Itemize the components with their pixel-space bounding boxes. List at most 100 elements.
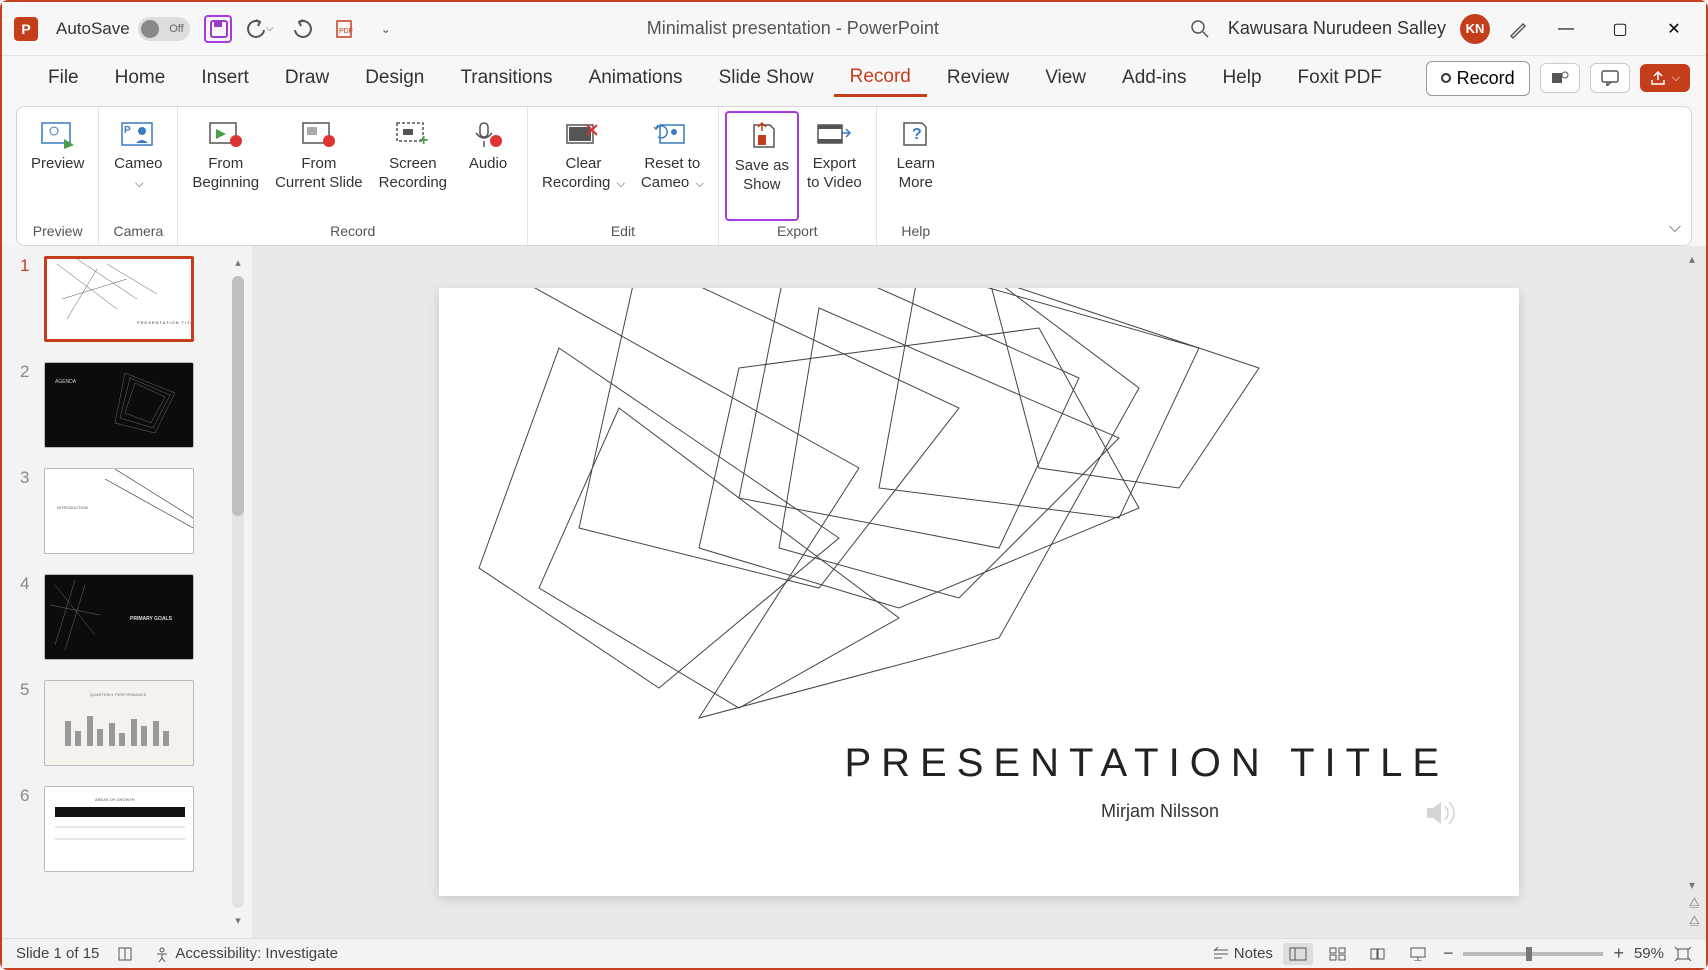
editor-scrollbar[interactable]: ▴ ▾ ⧋ ⧋ [1686, 252, 1704, 932]
search-button[interactable] [1186, 15, 1214, 43]
screen-recording-button[interactable]: + Screen Recording [371, 111, 455, 221]
tab-record[interactable]: Record [834, 60, 927, 97]
accessibility-button[interactable]: Accessibility: Investigate [153, 945, 338, 962]
tab-insert[interactable]: Insert [185, 61, 265, 95]
zoom-in-button[interactable]: + [1613, 943, 1624, 964]
autosave-label: AutoSave [56, 19, 130, 39]
slide-editor[interactable]: PRESENTATION TITLE Mirjam Nilsson ▴ ▾ ⧋ … [252, 246, 1706, 938]
undo-button[interactable]: ⌵ [246, 15, 274, 43]
reading-view-button[interactable] [1363, 943, 1393, 965]
reset-to-cameo-button[interactable]: Reset to Cameo [633, 111, 712, 221]
tab-home[interactable]: Home [99, 61, 182, 95]
pen-icon [1507, 18, 1529, 40]
redo-button[interactable] [288, 15, 316, 43]
export-pdf-button[interactable]: PDF [330, 15, 358, 43]
prev-slide-icon[interactable]: ⧋ [1689, 895, 1700, 910]
slide-author[interactable]: Mirjam Nilsson [1101, 801, 1219, 822]
workspace: 1 PRESENTATION TITLE 2 AGENDA 3 INTRODUC… [2, 246, 1706, 938]
thumbnail-preview: PRESENTATION TITLE [44, 256, 194, 342]
scroll-up-icon[interactable]: ▴ [1689, 252, 1695, 266]
tab-draw[interactable]: Draw [269, 61, 345, 95]
slide-thumbnail-3[interactable]: 3 INTRODUCTION [6, 468, 248, 554]
tab-slide-show[interactable]: Slide Show [703, 61, 830, 95]
svg-text:QUARTERLY PERFORMANCE: QUARTERLY PERFORMANCE [90, 692, 147, 697]
cameo-button[interactable]: P Cameo [105, 111, 171, 221]
normal-view-button[interactable] [1283, 943, 1313, 965]
ribbon-group-export: Save as Show Export to Video Export [719, 107, 877, 245]
audio-button[interactable]: Audio [455, 111, 521, 221]
scroll-down-icon[interactable]: ▾ [1689, 878, 1695, 892]
maximize-button[interactable]: ▢ [1600, 14, 1640, 44]
next-slide-icon[interactable]: ⧋ [1689, 913, 1700, 928]
quick-access-toolbar: ⌵ PDF ⌄ [204, 15, 400, 43]
comments-button[interactable] [1590, 63, 1630, 93]
preview-button[interactable]: Preview [23, 111, 92, 221]
book-icon [117, 946, 135, 962]
svg-text:INTRODUCTION: INTRODUCTION [57, 505, 88, 510]
qat-more-button[interactable]: ⌄ [372, 15, 400, 43]
slideshow-icon [1409, 947, 1427, 961]
close-button[interactable]: ✕ [1654, 14, 1694, 44]
minimize-button[interactable]: — [1546, 14, 1586, 44]
record-button[interactable]: Record [1426, 61, 1530, 96]
spell-check-button[interactable] [117, 946, 135, 962]
slide-thumbnails-panel: 1 PRESENTATION TITLE 2 AGENDA 3 INTRODUC… [2, 246, 252, 938]
learn-more-button[interactable]: ? Learn More [883, 111, 949, 221]
scroll-down-icon[interactable]: ▾ [232, 914, 244, 928]
autosave-toggle[interactable]: AutoSave Off [56, 17, 190, 41]
redo-icon [291, 18, 313, 40]
present-teams-button[interactable] [1540, 63, 1580, 93]
from-current-slide-button[interactable]: From Current Slide [267, 111, 371, 221]
from-beginning-button[interactable]: From Beginning [184, 111, 267, 221]
tab-review[interactable]: Review [931, 61, 1025, 95]
tab-transitions[interactable]: Transitions [444, 61, 568, 95]
save-icon [208, 18, 228, 40]
zoom-out-button[interactable]: − [1443, 943, 1454, 964]
slide-thumbnail-5[interactable]: 5 QUARTERLY PERFORMANCE [6, 680, 248, 766]
current-slide[interactable]: PRESENTATION TITLE Mirjam Nilsson [439, 288, 1519, 896]
user-avatar[interactable]: KN [1460, 14, 1490, 44]
slide-thumbnail-4[interactable]: 4 PRIMARY GOALS [6, 574, 248, 660]
toggle-switch[interactable]: Off [138, 17, 190, 41]
ribbon-collapse-button[interactable]: ⌵ [1669, 219, 1681, 237]
zoom-slider[interactable] [1463, 952, 1603, 956]
tab-design[interactable]: Design [349, 61, 440, 95]
screen-recording-icon: + [395, 119, 431, 149]
scroll-thumb[interactable] [232, 276, 244, 516]
thumbnails-scrollbar[interactable]: ▴ ▾ [230, 256, 246, 928]
tab-add-ins[interactable]: Add-ins [1106, 61, 1202, 95]
save-as-show-button[interactable]: Save as Show [725, 111, 799, 221]
ribbon-group-help: ? Learn More Help [877, 107, 955, 245]
export-to-video-button[interactable]: Export to Video [799, 111, 870, 221]
preview-icon [40, 119, 76, 149]
slide-thumbnail-6[interactable]: 6 AREAS OF GROWTH [6, 786, 248, 872]
tab-help[interactable]: Help [1206, 61, 1277, 95]
scroll-up-icon[interactable]: ▴ [232, 256, 244, 270]
export-video-icon [816, 119, 852, 149]
tab-animations[interactable]: Animations [573, 61, 699, 95]
speaker-icon[interactable] [1423, 798, 1459, 828]
reset-cameo-icon [654, 119, 690, 149]
clear-recording-button[interactable]: Clear Recording [534, 111, 633, 221]
share-button[interactable]: ⌵ [1640, 64, 1690, 92]
tab-foxit-pdf[interactable]: Foxit PDF [1282, 61, 1398, 95]
cameo-icon: P [120, 119, 156, 149]
slide-title[interactable]: PRESENTATION TITLE [844, 741, 1449, 786]
document-title: Minimalist presentation - PowerPoint [400, 18, 1186, 39]
record-dot-icon [1441, 73, 1451, 83]
fit-to-window-button[interactable] [1674, 946, 1692, 962]
slideshow-view-button[interactable] [1403, 943, 1433, 965]
slide-sorter-button[interactable] [1323, 943, 1353, 965]
status-bar: Slide 1 of 15 Accessibility: Investigate… [2, 938, 1706, 968]
pen-button[interactable] [1504, 15, 1532, 43]
tab-file[interactable]: File [32, 61, 95, 95]
slide-thumbnail-2[interactable]: 2 AGENDA [6, 362, 248, 448]
save-button[interactable] [204, 15, 232, 43]
notes-button[interactable]: Notes [1212, 945, 1273, 962]
zoom-level[interactable]: 59% [1634, 945, 1664, 962]
audio-icon [470, 119, 506, 149]
slide-thumbnail-1[interactable]: 1 PRESENTATION TITLE [6, 256, 248, 342]
ribbon-group-record: From Beginning From Current Slide + Scre… [178, 107, 528, 245]
title-bar: P AutoSave Off ⌵ PDF ⌄ Minimalist presen… [2, 2, 1706, 56]
tab-view[interactable]: View [1029, 61, 1102, 95]
